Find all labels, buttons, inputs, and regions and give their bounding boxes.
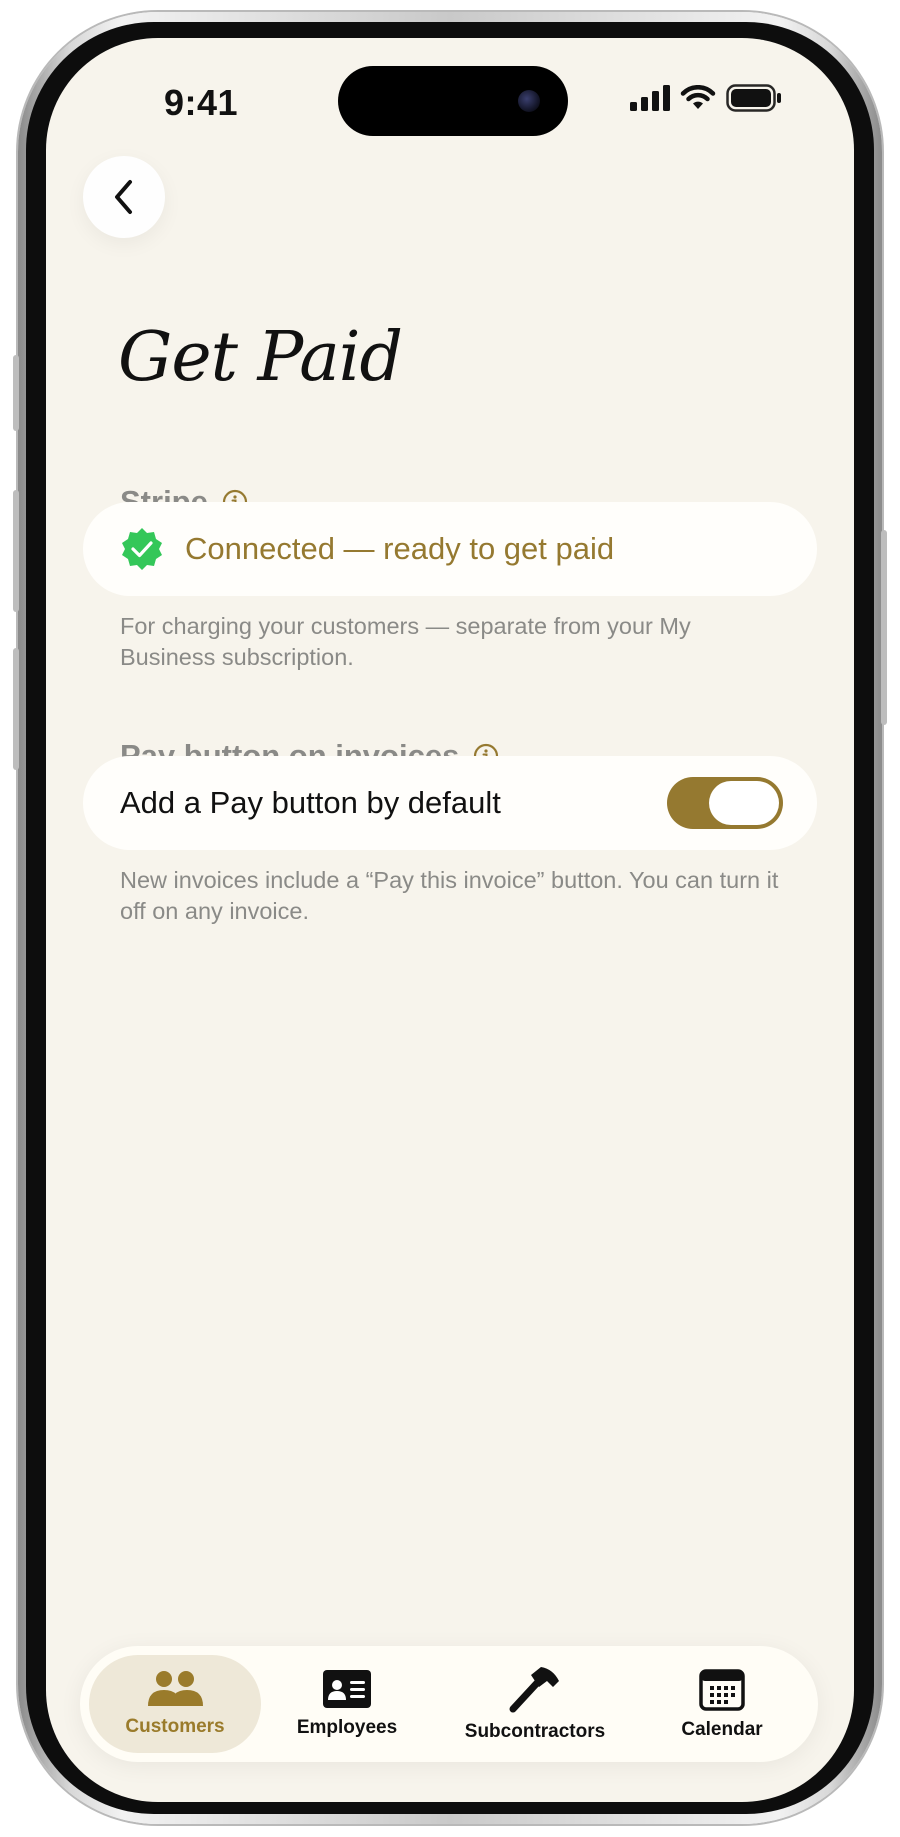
status-icons (630, 84, 782, 112)
tab-employees-label: Employees (296, 1717, 398, 1738)
volume-up-button (13, 490, 19, 612)
pay-button-row-label: Add a Pay button by default (120, 785, 501, 820)
pay-button-row: Add a Pay button by default (83, 756, 817, 850)
pay-button-toggle[interactable] (667, 777, 783, 829)
tab-calendar-label: Calendar (681, 1719, 763, 1740)
tab-employees[interactable]: Employees (261, 1655, 433, 1753)
power-button (881, 530, 887, 725)
people-icon (148, 1671, 203, 1706)
pay-button-help-text: New invoices include a “Pay this invoice… (120, 867, 779, 924)
camera-lens (518, 90, 540, 112)
id-card-icon (323, 1670, 371, 1708)
tab-calendar[interactable]: Calendar (636, 1655, 808, 1753)
toggle-knob (709, 781, 779, 825)
stripe-help-text: For charging your customers — separate f… (120, 613, 691, 670)
calendar-icon (699, 1669, 745, 1711)
action-button (13, 355, 19, 431)
stripe-status-card[interactable]: Connected — ready to get paid (83, 502, 817, 596)
verified-badge-icon (119, 526, 165, 572)
battery-icon (726, 84, 781, 112)
tab-customers[interactable]: Customers (89, 1655, 261, 1753)
volume-down-button (13, 648, 19, 770)
page-title: Get Paid (118, 318, 403, 397)
back-button[interactable] (83, 156, 165, 238)
status-time: 9:41 (164, 82, 239, 123)
stripe-status-text: Connected — ready to get paid (185, 531, 615, 566)
chevron-left-icon (115, 180, 132, 214)
tab-customers-label: Customers (125, 1716, 225, 1737)
wifi-icon (680, 85, 716, 109)
tab-subcontractors-label: Subcontractors (464, 1721, 606, 1742)
signal-icon (630, 85, 670, 111)
tab-bar: Customers Employees Subcontractors Calen… (80, 1646, 818, 1762)
dynamic-island (338, 66, 568, 136)
screen: 9:41 Get Paid Stripe (46, 38, 854, 1802)
hammer-icon (509, 1667, 559, 1713)
tab-subcontractors[interactable]: Subcontractors (445, 1655, 625, 1753)
